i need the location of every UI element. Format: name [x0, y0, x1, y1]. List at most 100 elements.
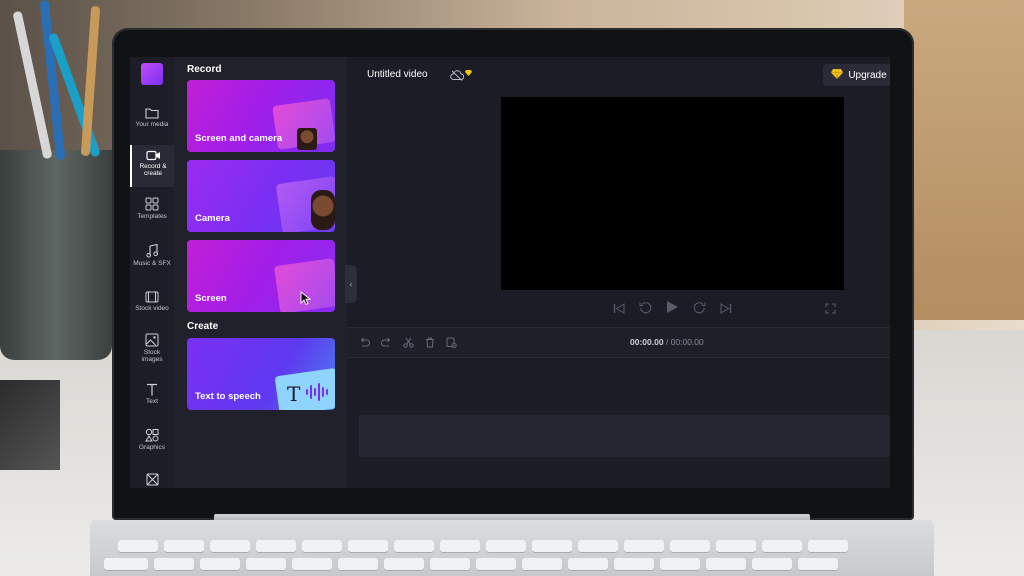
text-icon [130, 383, 174, 396]
key [118, 540, 158, 552]
key [670, 540, 710, 552]
keyboard-row [118, 540, 848, 552]
nav-rail: Your media Record & create Templates Musi… [130, 57, 174, 488]
premium-diamond-icon [831, 68, 844, 82]
keyboard-row [104, 558, 838, 570]
skip-to-end-icon[interactable] [720, 301, 732, 319]
presenter-thumbnail [297, 128, 317, 150]
nav-label: Text [146, 398, 158, 405]
key [104, 558, 148, 570]
card-text-to-speech[interactable]: T Text to speech [187, 338, 335, 410]
nav-label: Templates [137, 213, 167, 220]
film-icon [130, 291, 174, 303]
video-preview-canvas[interactable] [501, 97, 844, 290]
device-box [0, 380, 60, 470]
person-thumbnail [311, 190, 335, 230]
chevron-left-icon: ‹ [349, 279, 353, 289]
nav-label: Graphics [138, 444, 165, 451]
text-glyph-icon: T [287, 382, 301, 406]
skip-to-start-icon[interactable] [613, 301, 625, 319]
project-title[interactable]: Untitled video [367, 69, 428, 80]
key [164, 540, 204, 552]
key [752, 558, 792, 570]
pen-cup [0, 150, 112, 360]
key [762, 540, 802, 552]
key [338, 558, 378, 570]
image-icon [130, 333, 174, 347]
card-camera[interactable]: Camera [187, 160, 335, 232]
collapse-panel-button[interactable]: ‹ [345, 265, 357, 303]
nav-item-stock-video[interactable]: Stock video [130, 291, 174, 323]
nav-label: Your media [135, 121, 169, 128]
add-media-icon[interactable] [446, 335, 457, 353]
key [716, 540, 756, 552]
key [440, 540, 480, 552]
nav-item-music-sfx[interactable]: Music & SFX [130, 244, 174, 276]
nav-item-transitions[interactable] [130, 473, 174, 487]
fullscreen-icon[interactable] [825, 301, 836, 319]
record-create-panel: Record Screen and camera Camera Screen C… [174, 57, 347, 488]
key [154, 558, 194, 570]
nav-label: Music & SFX [133, 260, 171, 267]
video-camera-icon [132, 150, 174, 161]
delete-icon[interactable] [425, 335, 435, 353]
nav-item-graphics[interactable]: Graphics [130, 428, 174, 460]
card-label: Screen [195, 293, 227, 304]
cursor-icon [300, 291, 312, 310]
key [246, 558, 286, 570]
wooden-shelf [904, 0, 1024, 320]
folder-icon [130, 107, 174, 119]
redo-icon[interactable] [381, 335, 392, 353]
key [430, 558, 470, 570]
nav-label: Stock images [141, 349, 163, 363]
card-screen-and-camera[interactable]: Screen and camera [187, 80, 335, 152]
cloud-offline-icon[interactable] [450, 68, 465, 86]
rewind-5-icon[interactable] [639, 301, 652, 319]
key [522, 558, 562, 570]
time-separator: / [663, 337, 671, 347]
total-duration: 00:00.00 [670, 337, 704, 347]
undo-icon[interactable] [359, 335, 370, 353]
nav-label: Stock video [135, 305, 169, 312]
nav-item-templates[interactable]: Templates [130, 197, 174, 229]
nav-item-stock-images[interactable]: Stock images [130, 333, 174, 373]
key [808, 540, 848, 552]
card-label: Screen and camera [195, 133, 283, 144]
key [532, 540, 572, 552]
key [292, 558, 332, 570]
nav-item-your-media[interactable]: Your media [130, 107, 174, 139]
templates-icon [130, 197, 174, 211]
key [384, 558, 424, 570]
key [798, 558, 838, 570]
premium-diamond-icon [465, 63, 472, 81]
key [210, 540, 250, 552]
key [624, 540, 664, 552]
timecode: 00:00.00 / 00:00.00 [630, 337, 704, 347]
timeline-tools [359, 335, 457, 353]
key [706, 558, 746, 570]
key [614, 558, 654, 570]
laptop-screen: Your media Record & create Templates Musi… [130, 57, 890, 488]
timeline-track[interactable] [359, 415, 890, 457]
nav-item-text[interactable]: Text [130, 383, 174, 415]
key [568, 558, 608, 570]
app-logo [141, 63, 163, 85]
split-scissors-icon[interactable] [403, 335, 414, 353]
nav-label: Record & create [139, 163, 167, 177]
key [486, 540, 526, 552]
card-screen[interactable]: Screen [187, 240, 335, 312]
play-icon[interactable] [666, 300, 679, 319]
forward-5-icon[interactable] [693, 301, 706, 319]
key [660, 558, 700, 570]
section-heading-record: Record [187, 64, 222, 75]
playback-controls [613, 300, 732, 319]
key [256, 540, 296, 552]
current-time: 00:00.00 [630, 337, 664, 347]
key [200, 558, 240, 570]
upgrade-button[interactable]: Upgrade [823, 64, 890, 86]
key [476, 558, 516, 570]
nav-item-record-create[interactable]: Record & create [130, 145, 174, 187]
key [394, 540, 434, 552]
section-heading-create: Create [187, 321, 219, 332]
key [348, 540, 388, 552]
